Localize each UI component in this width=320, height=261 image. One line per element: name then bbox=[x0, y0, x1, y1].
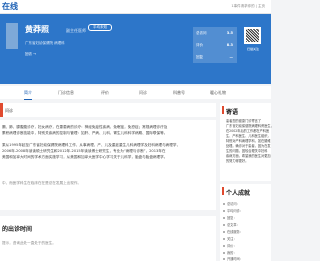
doctor-badge: 平均未知 bbox=[88, 24, 112, 31]
notice-marker bbox=[0, 103, 3, 117]
bullet-icon bbox=[223, 210, 225, 212]
doctor-name: 黄莽照 bbox=[25, 25, 49, 34]
bullet-icon bbox=[223, 217, 225, 219]
section-marker bbox=[222, 106, 224, 114]
bullet-icon bbox=[223, 238, 225, 240]
field-label: 在线服务： bbox=[227, 230, 243, 234]
tab-gifts[interactable]: 暖心礼物 bbox=[210, 86, 226, 99]
tab-bar: 简介 门诊信息 评价 问诊 科普号 暖心礼物 bbox=[0, 86, 271, 100]
bullet-icon bbox=[223, 224, 225, 226]
qr-code bbox=[244, 27, 261, 44]
site-logo[interactable]: 在线 bbox=[2, 1, 18, 12]
motto-card: 寄语 患者您的健康门诊寄言了 广东省妇幼保健院病理科黄医生， 在2002年后的工… bbox=[220, 103, 274, 181]
achievement-title: 个人成就 bbox=[226, 190, 251, 197]
field-label: 总文章： bbox=[227, 223, 240, 227]
intro-line: 累积病理诊断技能中，特别关疾病的控制与管理：如肝、严病、儿科、胃生儿科科学病期、… bbox=[2, 131, 168, 135]
achievement-card: 个人成就 总访问： 平均问诊： 回复： 总文章： 在线服务： 关注： 评价： 我… bbox=[220, 184, 271, 261]
hero-link[interactable]: 回访 → bbox=[25, 52, 36, 57]
schedule-card: 的出诊时间 提示，咨询此处一直处于的医生。 bbox=[0, 216, 216, 261]
tab-clinic[interactable]: 门诊信息 bbox=[58, 86, 74, 99]
field-label: 开通时间： bbox=[227, 257, 243, 261]
tab-reviews[interactable]: 评价 bbox=[101, 86, 109, 99]
qr-code-pattern bbox=[246, 29, 259, 42]
bullet-icon bbox=[223, 252, 225, 254]
field-label: 评价： bbox=[227, 244, 237, 248]
schedule-title: 的出诊时间 bbox=[2, 226, 33, 233]
field-label: 回复： bbox=[227, 216, 237, 220]
tab-consult[interactable]: 问诊 bbox=[139, 86, 147, 99]
motto-line: 的努力得更好。 bbox=[226, 159, 249, 163]
doctor-header: 黄莽照 副主任医师 平均未知 广东省妇幼保健院 病理科 回访 → 总访问 3.5 … bbox=[0, 14, 271, 84]
schedule-note: 提示，咨询此处一直处于的医生。 bbox=[2, 241, 56, 245]
bullet-icon bbox=[223, 231, 225, 233]
stat-row: 评价 8.3 bbox=[196, 43, 233, 47]
top-bar-links[interactable]: 1事件请求你的 | 主页 bbox=[231, 4, 265, 9]
field-label: 平均问诊： bbox=[227, 209, 243, 213]
bullet-icon bbox=[223, 258, 225, 260]
bullet-icon bbox=[223, 245, 225, 247]
intro-line: 美国和加拿大时间的学术方面实施学习，从美国和加拿大医学中心学习关于儿科学，胎盘与… bbox=[2, 155, 168, 159]
intro-tail: 中，而医学科生在临床在在是总在发展上出现作。 bbox=[2, 181, 82, 185]
tab-articles[interactable]: 科普号 bbox=[173, 86, 185, 99]
bullet-icon bbox=[223, 203, 225, 205]
notice-text[interactable]: 问诊 bbox=[5, 108, 13, 114]
doctor-title: 副主任医师 bbox=[66, 28, 86, 33]
stat-row: 总访问 3.5 bbox=[196, 31, 233, 35]
intro-card: 膈、肺、腺腹腹诊疗，妇女病疗，在患患病的诊疗：神经免疫性疾病，免眠症，免恐症；常… bbox=[0, 120, 216, 210]
tab-intro[interactable]: 简介 bbox=[24, 86, 32, 100]
section-marker bbox=[222, 187, 224, 195]
stat-row: 回复 — bbox=[196, 55, 233, 59]
field-label: 我的： bbox=[227, 251, 237, 255]
motto-title: 寄语 bbox=[226, 109, 239, 116]
avatar bbox=[6, 23, 18, 49]
consult-notice[interactable]: 问诊 bbox=[0, 103, 216, 117]
doctor-hospital[interactable]: 广东省妇幼保健院 病理科 bbox=[25, 41, 65, 46]
top-bar: 在线 1事件请求你的 | 主页 bbox=[0, 0, 271, 14]
field-label: 总访问： bbox=[227, 202, 240, 206]
stats-panel: 总访问 3.5 评价 8.3 回复 — bbox=[193, 27, 237, 63]
field-label: 关注： bbox=[227, 237, 237, 241]
qr-caption: 扫描关注 bbox=[246, 47, 259, 51]
